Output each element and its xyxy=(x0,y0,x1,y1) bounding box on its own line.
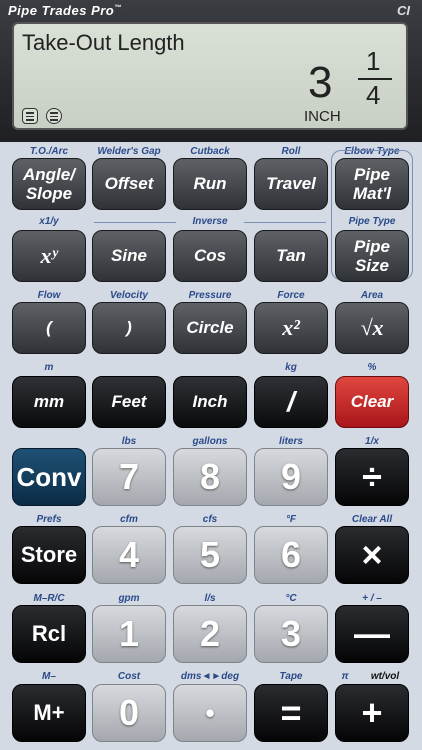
label-plus-minus: + / – xyxy=(362,593,382,604)
label-force: Force xyxy=(277,290,305,301)
three-key[interactable]: 3 xyxy=(254,605,328,663)
display-denominator: 4 xyxy=(366,80,381,110)
open-paren-key[interactable]: ( xyxy=(12,302,86,354)
label-liters: liters xyxy=(279,436,303,447)
multiply-key[interactable]: × xyxy=(335,526,409,584)
square-key[interactable]: x² xyxy=(254,302,328,354)
zero-key[interactable]: 0 xyxy=(92,684,166,742)
menu-icon[interactable] xyxy=(22,108,38,124)
five-key[interactable]: 5 xyxy=(173,526,247,584)
display-numerator: 1 xyxy=(366,46,381,76)
fraction-key[interactable]: / xyxy=(254,376,328,428)
label-ls: l/s xyxy=(204,593,216,604)
label-m: m xyxy=(44,362,54,373)
four-key[interactable]: 4 xyxy=(92,526,166,584)
label-lbs: lbs xyxy=(121,436,137,447)
label-area: Area xyxy=(360,290,384,301)
tan-key[interactable]: Tan xyxy=(254,230,328,282)
label-cfm: cfm xyxy=(120,514,138,525)
lcd-display: Take-Out Length 3 1 4 INCH xyxy=(12,22,408,130)
display-whole: 3 xyxy=(308,58,333,107)
label-velocity: Velocity xyxy=(110,290,148,301)
label-deg-c: °C xyxy=(285,593,297,604)
display-title: Take-Out Length xyxy=(22,30,185,55)
sqrt-key[interactable]: √x xyxy=(335,302,409,354)
mm-key[interactable]: mm xyxy=(12,376,86,428)
sine-key[interactable]: Sine xyxy=(92,230,166,282)
brand-title: Pipe Trades Pro™ xyxy=(8,3,122,18)
label-roll: Roll xyxy=(281,146,301,157)
label-prefs: Prefs xyxy=(36,514,62,525)
label-gallons: gallons xyxy=(192,436,228,447)
label-inverse-x: 1/x xyxy=(365,436,379,447)
label-cfs: cfs xyxy=(202,514,218,525)
store-key[interactable]: Store xyxy=(12,526,86,584)
label-clear-all: Clear All xyxy=(351,514,393,525)
label-pi: π xyxy=(341,671,349,682)
two-key[interactable]: 2 xyxy=(173,605,247,663)
app-header: Pipe Trades Pro™ CI Take-Out Length 3 1 … xyxy=(0,0,422,142)
label-tape: Tape xyxy=(279,671,303,682)
rcl-key[interactable]: Rcl xyxy=(12,605,86,663)
label-x1y: x1/y xyxy=(39,216,59,227)
inch-key[interactable]: Inch xyxy=(173,376,247,428)
label-percent: % xyxy=(367,362,377,373)
label-deg-f: °F xyxy=(285,514,297,525)
minus-key[interactable]: — xyxy=(335,605,409,663)
label-flow: Flow xyxy=(37,290,61,301)
conv-key[interactable]: Conv xyxy=(12,448,86,506)
label-dms-deg: dms◄►deg xyxy=(180,671,240,682)
divide-key[interactable]: ÷ xyxy=(335,448,409,506)
calculated-industries-logo: CI xyxy=(397,3,410,18)
travel-key[interactable]: Travel xyxy=(254,158,328,210)
label-pressure: Pressure xyxy=(188,290,232,301)
feet-key[interactable]: Feet xyxy=(92,376,166,428)
m-plus-key[interactable]: M+ xyxy=(12,684,86,742)
run-key[interactable]: Run xyxy=(173,158,247,210)
equals-key[interactable]: = xyxy=(254,684,328,742)
label-to-arc: T.O./Arc xyxy=(29,146,69,157)
label-cutback: Cutback xyxy=(190,146,230,157)
inverse-rule-left xyxy=(94,222,176,223)
label-gpm: gpm xyxy=(118,593,140,604)
label-wt-vol: wt/vol xyxy=(370,671,400,682)
decimal-key[interactable]: • xyxy=(173,684,247,742)
six-key[interactable]: 6 xyxy=(254,526,328,584)
nine-key[interactable]: 9 xyxy=(254,448,328,506)
close-paren-key[interactable]: ) xyxy=(92,302,166,354)
label-pipe-type: Pipe Type xyxy=(348,216,396,227)
clear-key[interactable]: Clear xyxy=(335,376,409,428)
seven-key[interactable]: 7 xyxy=(92,448,166,506)
cos-key[interactable]: Cos xyxy=(173,230,247,282)
eight-key[interactable]: 8 xyxy=(173,448,247,506)
label-mrc: M–R/C xyxy=(33,593,65,604)
angle-slope-key[interactable]: Angle/Slope xyxy=(12,158,86,210)
label-cost: Cost xyxy=(117,671,141,682)
circle-key[interactable]: Circle xyxy=(173,302,247,354)
label-inverse: Inverse xyxy=(192,216,228,227)
offset-key[interactable]: Offset xyxy=(92,158,166,210)
label-m-minus: M– xyxy=(42,671,56,682)
pipe-matl-key[interactable]: Pipe Mat'l xyxy=(335,158,409,210)
inverse-rule-right xyxy=(244,222,326,223)
tape-icon[interactable] xyxy=(46,108,62,124)
display-unit: INCH xyxy=(304,108,341,125)
pipe-size-key[interactable]: Pipe Size xyxy=(335,230,409,282)
label-welders-gap: Welder's Gap xyxy=(97,146,161,157)
power-key[interactable]: xʸ xyxy=(12,230,86,282)
label-kg: kg xyxy=(285,362,297,373)
one-key[interactable]: 1 xyxy=(92,605,166,663)
plus-key[interactable]: + xyxy=(335,684,409,742)
